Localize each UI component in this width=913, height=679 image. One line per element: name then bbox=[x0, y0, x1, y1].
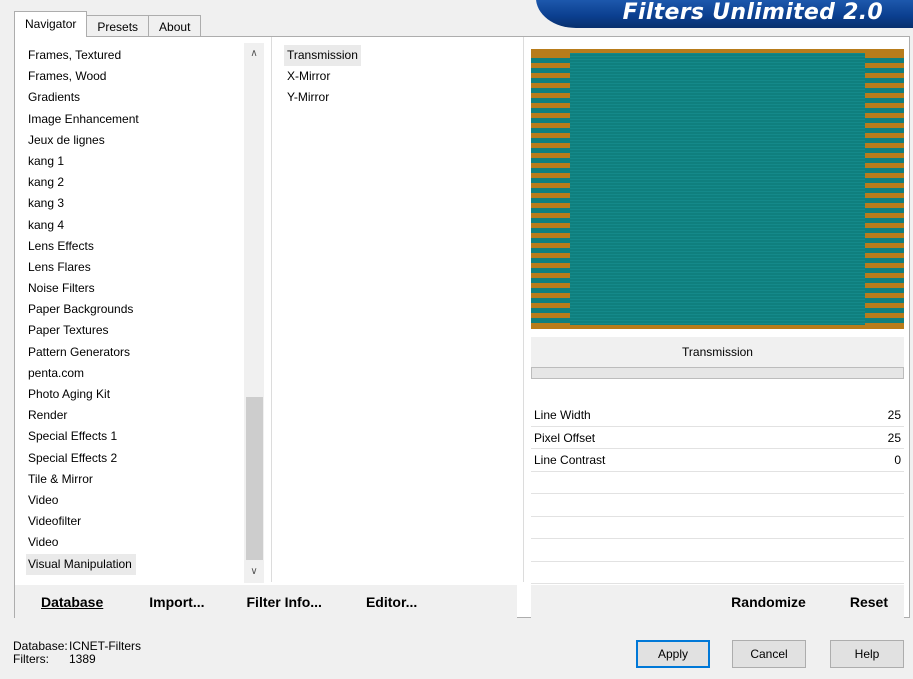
preview-stripes-right bbox=[865, 53, 904, 325]
empty-parameter-row bbox=[531, 472, 904, 494]
database-button[interactable]: Database bbox=[41, 594, 103, 610]
category-item[interactable]: kang 4 bbox=[26, 215, 256, 236]
category-item[interactable]: Paper Backgrounds bbox=[26, 299, 256, 320]
help-button[interactable]: Help bbox=[830, 640, 904, 668]
editor-button[interactable]: Editor... bbox=[366, 594, 417, 610]
parameter-label: Line Contrast bbox=[534, 453, 606, 467]
category-item[interactable]: Noise Filters bbox=[26, 278, 256, 299]
tab-about[interactable]: About bbox=[148, 15, 202, 37]
scroll-down-arrow-icon[interactable]: ∨ bbox=[244, 563, 264, 581]
empty-parameter-row bbox=[531, 517, 904, 539]
category-item[interactable]: Tile & Mirror bbox=[26, 469, 256, 490]
category-item[interactable]: Gradients bbox=[26, 87, 256, 108]
import-button[interactable]: Import... bbox=[149, 594, 204, 610]
filter-item[interactable]: Transmission bbox=[284, 45, 361, 67]
navigator-button-bar: Database Import... Filter Info... Editor… bbox=[15, 585, 517, 618]
parameter-value: 0 bbox=[894, 453, 901, 467]
category-item[interactable]: Lens Effects bbox=[26, 236, 256, 257]
parameter-label: Line Width bbox=[534, 408, 591, 422]
app-logo: Filters Unlimited 2.0 bbox=[536, 0, 913, 28]
parameter-label: Pixel Offset bbox=[534, 430, 596, 445]
randomize-button[interactable]: Randomize bbox=[731, 594, 806, 610]
category-item[interactable]: kang 1 bbox=[26, 151, 256, 172]
filter-item[interactable]: X-Mirror bbox=[284, 66, 333, 87]
category-item[interactable]: Pattern Generators bbox=[26, 342, 256, 363]
filter-info-button[interactable]: Filter Info... bbox=[247, 594, 322, 610]
empty-parameter-row bbox=[531, 494, 904, 517]
divider bbox=[271, 37, 272, 582]
category-item[interactable]: Jeux de lignes bbox=[26, 130, 256, 151]
category-item[interactable]: Image Enhancement bbox=[26, 109, 256, 130]
selected-filter-title: Transmission bbox=[531, 337, 904, 367]
category-item[interactable]: Lens Flares bbox=[26, 257, 256, 278]
parameter-list: Line Width 25 Pixel Offset 25 Line Contrast 0 bbox=[531, 404, 904, 584]
category-item[interactable]: Videofilter bbox=[26, 511, 256, 532]
scroll-up-arrow-icon[interactable]: ∧ bbox=[244, 45, 264, 63]
category-item[interactable]: Special Effects 2 bbox=[26, 448, 256, 469]
parameter-row[interactable]: Line Contrast 0 bbox=[531, 449, 904, 472]
parameter-value: 25 bbox=[887, 408, 901, 422]
filter-preview-image bbox=[531, 49, 904, 329]
preview-scanlines bbox=[570, 53, 865, 325]
scroll-thumb[interactable] bbox=[246, 397, 263, 560]
category-item[interactable]: Video bbox=[26, 532, 256, 553]
tab-navigator[interactable]: Navigator bbox=[14, 11, 88, 37]
cancel-button[interactable]: Cancel bbox=[732, 640, 806, 668]
apply-button[interactable]: Apply bbox=[636, 640, 710, 668]
category-item[interactable]: Frames, Wood bbox=[26, 66, 256, 87]
parameter-row[interactable]: Line Width 25 bbox=[531, 404, 904, 427]
empty-parameter-row bbox=[531, 539, 904, 562]
progress-bar bbox=[531, 367, 904, 379]
empty-parameter-row bbox=[531, 562, 904, 584]
tab-presets[interactable]: Presets bbox=[86, 15, 150, 37]
category-item[interactable]: Photo Aging Kit bbox=[26, 384, 256, 405]
category-list: Frames, Textured Frames, Wood Gradients Ima… bbox=[26, 45, 256, 580]
reset-button[interactable]: Reset bbox=[850, 594, 888, 610]
filters-count-value: 1389 bbox=[69, 652, 96, 666]
category-item[interactable]: penta.com bbox=[26, 363, 256, 384]
filters-count-label: Filters: bbox=[13, 652, 49, 666]
tab-strip: Navigator Presets About bbox=[14, 10, 202, 37]
preview-stripes-left bbox=[531, 53, 570, 325]
parameter-value: 25 bbox=[887, 430, 901, 445]
category-item[interactable]: Video bbox=[26, 490, 256, 511]
preview-border-bottom bbox=[531, 325, 904, 329]
category-item[interactable]: Render bbox=[26, 405, 256, 426]
filter-list: Transmission X-Mirror Y-Mirror bbox=[284, 45, 514, 109]
category-item[interactable]: Frames, Textured bbox=[26, 45, 256, 66]
database-info: Database: ICNET-Filters Filters: 1389 bbox=[13, 640, 141, 666]
category-item[interactable]: kang 2 bbox=[26, 172, 256, 193]
parameter-row[interactable]: Pixel Offset 25 bbox=[531, 427, 904, 449]
preset-button-bar: Randomize Reset bbox=[531, 585, 904, 618]
category-item[interactable]: Visual Manipulation bbox=[26, 553, 136, 575]
category-item[interactable]: Special Effects 1 bbox=[26, 426, 256, 447]
category-item[interactable]: kang 3 bbox=[26, 193, 256, 214]
category-item[interactable]: Paper Textures bbox=[26, 320, 256, 341]
navigator-panel: Frames, Textured Frames, Wood Gradients Ima… bbox=[14, 36, 910, 618]
divider bbox=[523, 37, 524, 582]
category-scrollbar[interactable]: ∧ ∨ bbox=[244, 43, 264, 583]
filter-item[interactable]: Y-Mirror bbox=[284, 87, 332, 108]
